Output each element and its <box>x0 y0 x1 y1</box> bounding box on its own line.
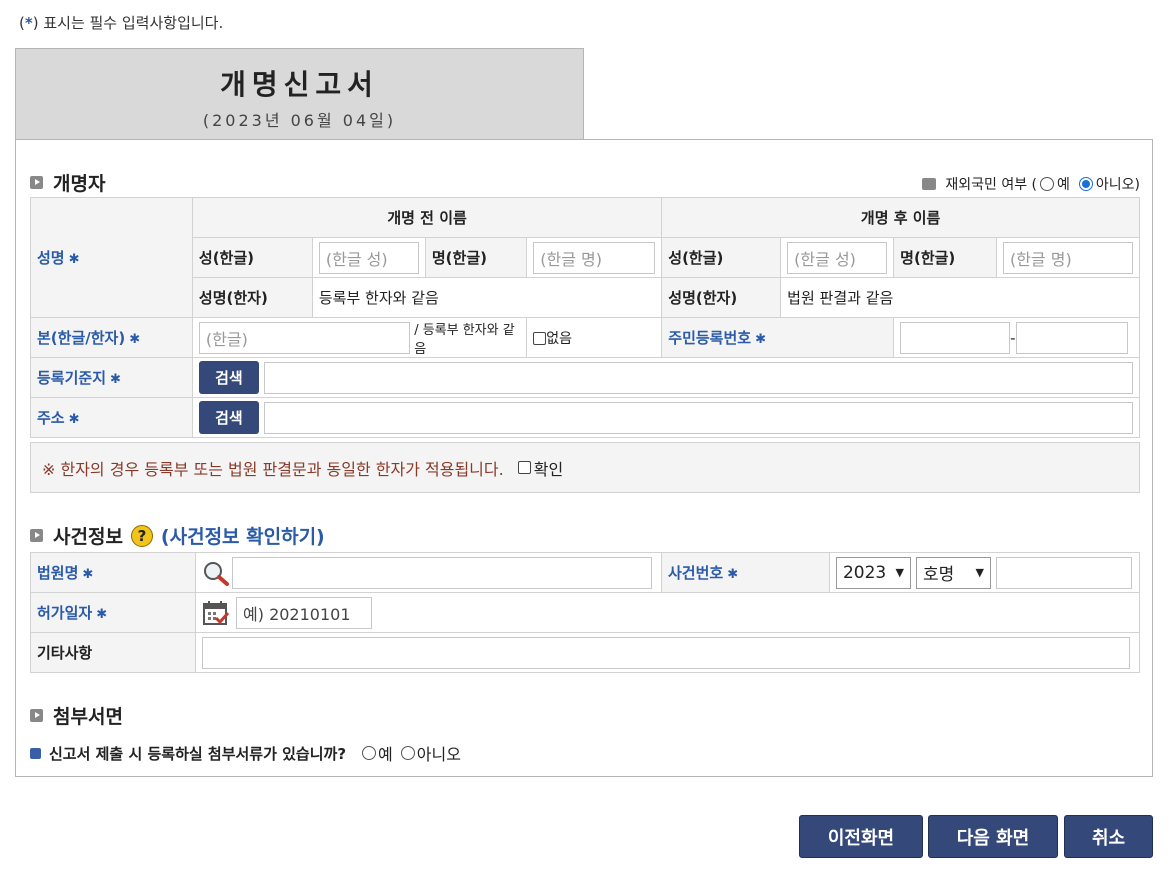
overseas-status: 재외국민 여부 ( 예 아니오) <box>922 174 1140 194</box>
form-date: (2023년 06월 04일) <box>202 111 397 130</box>
required-star-icon: ✱ <box>96 607 108 622</box>
required-star-icon: ✱ <box>82 567 94 582</box>
etc-label-cell: 기타사항 <box>29 632 197 673</box>
surname-kr-label-before: 성(한글) <box>191 237 313 278</box>
required-star-icon: ✱ <box>68 252 80 267</box>
permit-date-label-cell: 허가일자 ✱ <box>29 592 197 633</box>
case-type-select[interactable]: 호명 ▼ <box>915 556 991 589</box>
next-button[interactable]: 다음 화면 <box>928 815 1058 858</box>
name-label-cell: 성명 ✱ <box>30 197 193 318</box>
section-bullet-icon <box>30 709 43 722</box>
case-year-select[interactable]: 2023 ▼ <box>835 556 911 589</box>
given-kr-before-input[interactable]: (한글 명) <box>533 241 656 274</box>
address-label-cell: 주소 ✱ <box>30 397 193 438</box>
etc-input[interactable] <box>202 636 1131 669</box>
required-star-icon: ✱ <box>727 567 739 582</box>
address-input[interactable] <box>263 401 1133 434</box>
hanja-label-after: 성명(한자) <box>661 277 782 318</box>
search-icon[interactable] <box>202 560 230 586</box>
required-note: (*) 표시는 필수 입력사항입니다. <box>19 14 224 32</box>
court-input[interactable] <box>232 556 653 589</box>
required-star-icon: * <box>24 14 33 32</box>
overseas-yes-radio[interactable] <box>1040 177 1054 191</box>
dropdown-arrow-icon: ▼ <box>975 566 984 579</box>
section-bullet-icon <box>30 176 43 189</box>
form-container: 개명자 재외국민 여부 ( 예 아니오) 성명 ✱ 개명 전 이름 개명 후 이름… <box>15 139 1153 777</box>
case-no-label-cell: 사건번호 ✱ <box>661 552 830 593</box>
help-icon[interactable]: ? <box>130 524 153 547</box>
attach-yes-radio[interactable] <box>362 746 377 760</box>
case-number-input[interactable] <box>995 556 1132 589</box>
case-table: 법원명 ✱ 사건번호 ✱ 2023 ▼ 호명 ▼ 허가일자 ✱ 예) 20210… <box>29 552 1141 673</box>
required-star-icon: ✱ <box>68 412 80 427</box>
attach-no-option: 아니오 <box>400 741 461 765</box>
cancel-button[interactable]: 취소 <box>1064 815 1153 858</box>
origin-none-checkbox[interactable] <box>533 332 547 345</box>
after-name-header: 개명 후 이름 <box>661 197 1140 238</box>
prev-button[interactable]: 이전화면 <box>799 815 923 858</box>
renamer-table: 성명 ✱ 개명 전 이름 개명 후 이름 성(한글) (한글 성) 명(한글) (… <box>30 197 1141 438</box>
rrn-front-input[interactable] <box>900 321 1011 354</box>
attach-no-radio[interactable] <box>400 746 415 760</box>
dropdown-arrow-icon: ▼ <box>895 566 904 579</box>
origin-input[interactable]: (한글) <box>198 321 411 354</box>
hanja-confirm: 확인 <box>517 456 563 480</box>
rrn-back-input[interactable] <box>1015 321 1128 354</box>
section-heading-attach: 첨부서면 <box>30 702 123 729</box>
hanja-after-value: 법원 판결과 같음 <box>780 277 1140 318</box>
hanja-before-value: 등록부 한자와 같음 <box>311 277 663 318</box>
surname-kr-after-input[interactable]: (한글 성) <box>787 241 888 274</box>
before-name-header: 개명 전 이름 <box>191 197 663 238</box>
reg-base-input[interactable] <box>263 361 1133 394</box>
surname-kr-label-after: 성(한글) <box>661 237 782 278</box>
origin-none-cell: 없음 <box>526 317 663 358</box>
calendar-icon[interactable] <box>202 599 230 627</box>
question-bullet-icon <box>30 747 41 759</box>
given-kr-after-input[interactable]: (한글 명) <box>1002 241 1133 274</box>
required-star-icon: ✱ <box>755 332 766 347</box>
hanja-notice: ※ 한자의 경우 등록부 또는 법원 판결문과 동일한 한자가 적용됩니다. 확… <box>30 442 1140 493</box>
overseas-no-radio[interactable] <box>1078 177 1093 191</box>
section-bullet-icon <box>30 529 43 542</box>
given-kr-label-after: 명(한글) <box>893 237 997 278</box>
hanja-notice-text: ※ 한자의 경우 등록부 또는 법원 판결문과 동일한 한자가 적용됩니다. <box>42 459 504 479</box>
form-title-box: 개명신고서 (2023년 06월 04일) <box>15 48 584 140</box>
required-star-icon: ✱ <box>110 372 121 387</box>
case-info-link[interactable]: (사건정보 확인하기) <box>161 522 325 549</box>
origin-label-cell: 본(한글/한자) ✱ <box>30 317 193 358</box>
reg-base-search-button[interactable]: 검색 <box>198 361 259 394</box>
form-title: 개명신고서 <box>220 68 379 101</box>
hanja-confirm-checkbox[interactable] <box>517 461 531 474</box>
required-star-icon: ✱ <box>129 332 141 347</box>
address-search-button[interactable]: 검색 <box>198 401 259 434</box>
section-heading-case: 사건정보 ? (사건정보 확인하기) <box>30 522 325 549</box>
surname-kr-before-input[interactable]: (한글 성) <box>318 241 419 274</box>
reg-base-label-cell: 등록기준지 ✱ <box>30 357 193 398</box>
court-label-cell: 법원명 ✱ <box>29 552 197 593</box>
hanja-label-before: 성명(한자) <box>191 277 313 318</box>
permit-date-input[interactable]: 예) 20210101 <box>236 596 373 629</box>
given-kr-label-before: 명(한글) <box>424 237 528 278</box>
section-heading-renamer: 개명자 <box>30 169 105 196</box>
attachment-question: 신고서 제출 시 등록하실 첨부서류가 있습니까? 예 아니오 <box>30 741 461 765</box>
rrn-label-cell: 주민등록번호 ✱ <box>661 317 895 358</box>
tag-icon <box>922 178 937 190</box>
origin-hanja-note: / 등록부 한자와 같음 <box>414 322 515 357</box>
attach-yes-option: 예 <box>362 741 393 765</box>
